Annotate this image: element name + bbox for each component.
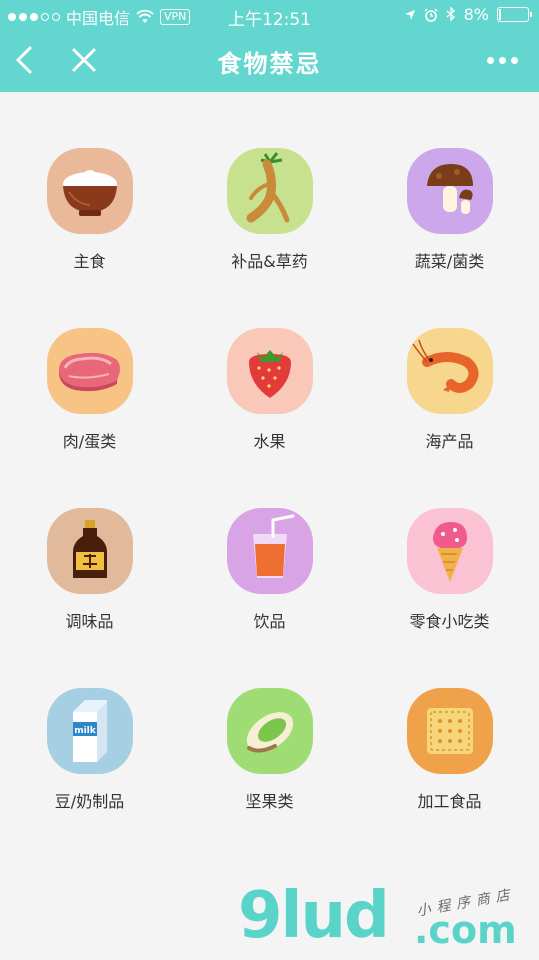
battery-icon xyxy=(497,7,532,22)
shrimp-icon xyxy=(407,328,493,414)
category-label: 肉/蛋类 xyxy=(62,432,117,451)
bluetooth-icon xyxy=(446,7,455,22)
biscuit-icon xyxy=(407,688,493,774)
ice-cream-icon xyxy=(407,508,493,594)
more-dot-icon xyxy=(487,56,494,64)
category-label: 饮品 xyxy=(253,612,286,631)
location-arrow-icon xyxy=(404,9,415,20)
category-staple[interactable]: 主食 xyxy=(0,92,179,272)
category-nuts[interactable]: 坚果类 xyxy=(180,632,359,812)
more-dot-icon xyxy=(511,56,518,64)
mushroom-icon xyxy=(407,148,493,234)
category-processed-food[interactable]: 加工食品 xyxy=(360,632,539,812)
more-dot-icon xyxy=(499,56,506,64)
category-label: 水果 xyxy=(253,432,286,451)
meat-icon xyxy=(47,328,133,414)
battery-percent: 8% xyxy=(463,5,489,24)
app-header: 中国电信 VPN 上午12:51 8% 食物禁忌 xyxy=(0,0,539,92)
watermark-domain: .com xyxy=(414,908,517,952)
watermark-logo: 9lud 小程序商店 .com xyxy=(238,884,538,960)
nav-bar: 食物禁忌 xyxy=(0,30,539,92)
strawberry-icon xyxy=(227,328,313,414)
page-title: 食物禁忌 xyxy=(217,50,322,78)
category-condiments[interactable]: 调味品 xyxy=(0,452,179,632)
category-bean-dairy[interactable]: milk 豆/奶制品 xyxy=(0,632,179,812)
category-label: 零食小吃类 xyxy=(409,612,490,631)
category-label: 调味品 xyxy=(65,612,114,631)
status-right: 8% xyxy=(404,5,532,24)
status-bar: 中国电信 VPN 上午12:51 8% xyxy=(0,0,539,30)
category-label: 加工食品 xyxy=(417,792,482,811)
category-meat-eggs[interactable]: 肉/蛋类 xyxy=(0,272,179,452)
juice-glass-icon xyxy=(227,508,313,594)
category-seafood[interactable]: 海产品 xyxy=(360,272,539,452)
category-label: 主食 xyxy=(73,252,106,271)
milk-carton-icon: milk xyxy=(47,688,133,774)
more-menu-button[interactable] xyxy=(487,46,523,74)
battery-fill xyxy=(499,9,501,20)
rice-bowl-icon xyxy=(47,148,133,234)
category-label: 坚果类 xyxy=(245,792,294,811)
category-vegetables-fungi[interactable]: 蔬菜/菌类 xyxy=(360,92,539,272)
category-drinks[interactable]: 饮品 xyxy=(180,452,359,632)
category-label: 豆/奶制品 xyxy=(54,792,125,811)
alarm-icon xyxy=(424,7,438,22)
category-label: 蔬菜/菌类 xyxy=(414,252,485,271)
svg-text:milk: milk xyxy=(74,726,97,736)
category-tonic-herbs[interactable]: 补品&草药 xyxy=(180,92,359,272)
soy-sauce-icon xyxy=(47,508,133,594)
ginseng-icon xyxy=(227,148,313,234)
category-label: 海产品 xyxy=(425,432,474,451)
category-fruit[interactable]: 水果 xyxy=(180,272,359,452)
pistachio-icon xyxy=(227,688,313,774)
category-snacks[interactable]: 零食小吃类 xyxy=(360,452,539,632)
watermark-main: 9lud xyxy=(238,879,390,953)
category-label: 补品&草药 xyxy=(231,252,308,271)
